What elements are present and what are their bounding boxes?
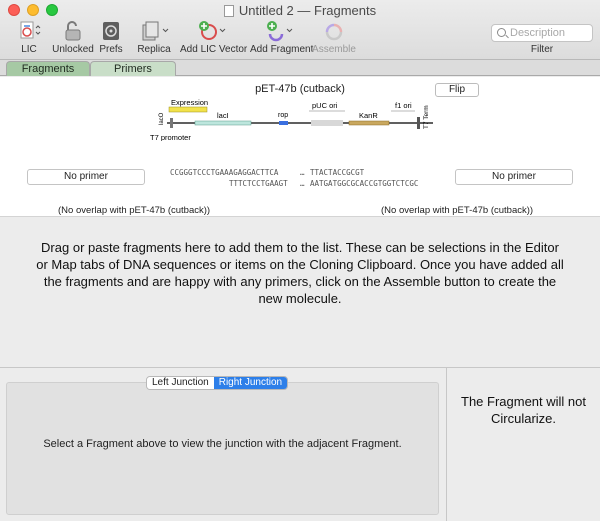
seq-right-top: TTACTACCGCGT — [310, 168, 365, 177]
app-window: Untitled 2 — Fragments LIC Unlocked Pref… — [0, 0, 600, 521]
left-junction-tab[interactable]: Left Junction — [147, 377, 214, 389]
map-laco-feature — [170, 118, 173, 128]
add-lic-vector-button[interactable]: Add LIC Vector — [180, 20, 248, 56]
right-primer-button[interactable]: No primer — [455, 169, 573, 185]
search-placeholder: Description — [510, 27, 566, 39]
replica-label: Replica — [137, 44, 171, 55]
junction-segmented-control[interactable]: Left Junction Right Junction — [146, 376, 289, 390]
add-lic-vector-label: Add LIC Vector — [180, 44, 248, 55]
map-kanr-label: KanR — [359, 111, 378, 120]
replica-icon — [139, 20, 169, 42]
flip-button[interactable]: Flip — [435, 83, 479, 97]
map-laci-feature — [194, 120, 252, 126]
tab-bar: Fragments Primers — [0, 60, 600, 76]
search-icon — [497, 28, 506, 37]
unlocked-button[interactable]: Unlocked — [52, 20, 94, 56]
seq-left-top: CCGGGTCCCTGAAAGAGGACTTCA — [170, 168, 279, 177]
map-expression-feature — [168, 106, 208, 113]
document-icon — [223, 5, 234, 17]
map-t7-promoter-label: T7 promoter — [150, 133, 191, 141]
window-title-text: Untitled 2 — Fragments — [238, 3, 377, 18]
unlocked-icon — [62, 20, 84, 42]
right-junction-tab[interactable]: Right Junction — [213, 377, 288, 389]
add-fragment-icon — [264, 20, 294, 42]
assemble-label: Assemble — [312, 44, 356, 55]
junction-message: Select a Fragment above to view the junc… — [43, 438, 402, 450]
right-overlap-text: (No overlap with pET-47b (cutback)) — [381, 205, 534, 216]
map-laco-label: lacO — [159, 112, 165, 125]
assemble-button[interactable]: Assemble — [312, 20, 356, 56]
prefs-icon — [100, 20, 122, 42]
window-title: Untitled 2 — Fragments — [0, 3, 600, 18]
left-overlap-text: (No overlap with pET-47b (cutback)) — [58, 205, 211, 216]
map-f1-ori-label: f1 ori — [395, 101, 412, 110]
assemble-icon — [323, 20, 345, 42]
prefs-button[interactable]: Prefs — [96, 20, 126, 56]
lic-label: LIC — [21, 44, 37, 55]
map-rop-feature — [279, 121, 288, 125]
filter-label: Filter — [530, 44, 554, 55]
seq-left-bottom: TTTCTCCTGAAGT — [229, 179, 288, 188]
map-puc-ori-label: pUC ori — [312, 101, 338, 110]
prefs-label: Prefs — [99, 44, 123, 55]
map-t7-term-label: T7 Term — [423, 105, 430, 129]
add-lic-vector-icon — [197, 20, 227, 42]
split-divider[interactable] — [0, 367, 600, 368]
drop-zone-instructions: Drag or paste fragments here to add them… — [36, 240, 564, 306]
seq-ellipsis-top: … — [300, 168, 305, 177]
map-expression-label: Expression — [171, 98, 208, 107]
map-puc-ori-feature — [311, 120, 343, 126]
seq-right-bottom: AATGATGGCGCACCGTGGTCTCGC — [310, 179, 419, 188]
lic-button[interactable]: LIC — [12, 20, 46, 56]
lic-icon — [17, 20, 41, 42]
map-t7-term-feature — [417, 117, 420, 129]
fragment-panel: pET-47b (cutback) Flip Expression lacI l… — [0, 77, 600, 217]
replica-button[interactable]: Replica — [134, 20, 174, 56]
map-rop-label: rop — [278, 112, 288, 119]
seq-ellipsis-bottom: … — [300, 179, 305, 188]
add-fragment-button[interactable]: Add Fragment — [250, 20, 314, 56]
map-kanr-feature — [348, 120, 390, 126]
unlocked-label: Unlocked — [52, 44, 94, 55]
left-primer-button[interactable]: No primer — [27, 169, 145, 185]
tab-primers[interactable]: Primers — [90, 61, 176, 76]
circularize-message: The Fragment will not Circularize. — [461, 394, 586, 426]
fragment-drop-zone[interactable]: Drag or paste fragments here to add them… — [0, 218, 600, 358]
search-input[interactable]: Description — [491, 24, 593, 42]
fragment-name: pET-47b (cutback) — [255, 83, 345, 95]
map-laci-label: lacI — [217, 111, 229, 120]
fragment-map[interactable]: Expression lacI lacO T7 promoter rop pUC… — [145, 97, 445, 141]
title-bar: Untitled 2 — Fragments LIC Unlocked Pref… — [0, 0, 600, 60]
bottom-split-divider[interactable] — [446, 368, 447, 521]
add-fragment-label: Add Fragment — [250, 44, 314, 55]
tab-fragments[interactable]: Fragments — [6, 61, 90, 76]
